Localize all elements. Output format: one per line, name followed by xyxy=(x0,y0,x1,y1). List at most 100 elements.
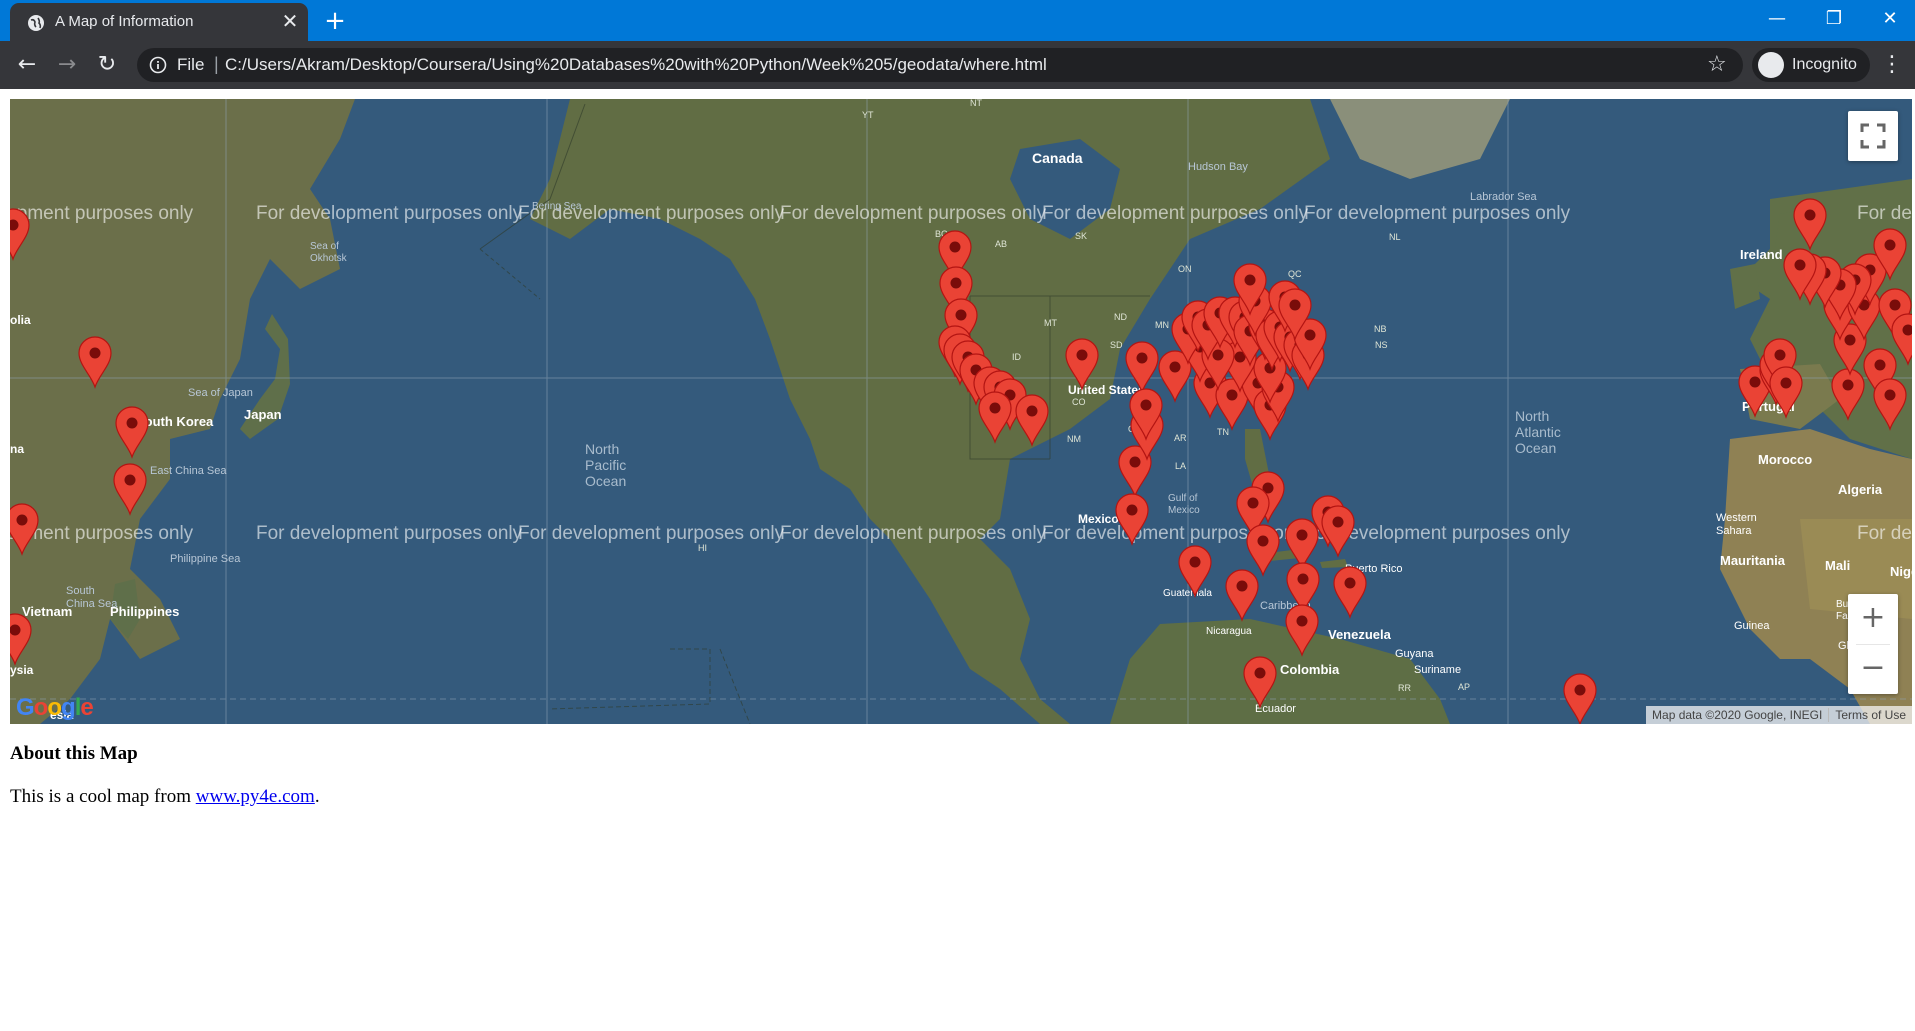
bookmark-star-icon[interactable]: ☆ xyxy=(1707,52,1727,77)
fullscreen-icon xyxy=(1860,123,1886,149)
map-label-philippine-sea: Philippine Sea xyxy=(170,553,241,565)
watermark-text: For de xyxy=(1857,203,1912,224)
watermark-text: For development purposes only xyxy=(256,523,523,544)
map-label-malaysia: ysia xyxy=(10,663,34,677)
browser-toolbar: ← → ↻ File | C:/Users/Akram/Desktop/Cour… xyxy=(0,41,1915,89)
map-label-mali: Mali xyxy=(1825,558,1850,573)
url-text[interactable]: C:/Users/Akram/Desktop/Coursera/Using%20… xyxy=(225,55,1047,75)
zoom-out-button[interactable]: − xyxy=(1848,644,1898,694)
map-label-north-pacific: North Pacific Ocean xyxy=(585,441,626,489)
map-label-mexico: Mexico xyxy=(1078,512,1119,526)
map-label-nm: NM xyxy=(1067,434,1081,444)
map-label-sk: SK xyxy=(1075,231,1087,241)
map-label-on: ON xyxy=(1178,264,1192,274)
address-bar[interactable]: File | C:/Users/Akram/Desktop/Coursera/U… xyxy=(137,48,1743,82)
zoom-in-button[interactable]: + xyxy=(1848,594,1898,644)
map-label-guyana: Guyana xyxy=(1395,648,1434,660)
back-icon[interactable]: ← xyxy=(13,51,41,79)
map-label-sea-of-okhotsk: Sea of Okhotsk xyxy=(310,241,348,264)
map-label-bering-sea: Bering Sea xyxy=(532,201,582,212)
terms-link[interactable]: Terms of Use xyxy=(1828,708,1912,722)
watermark-text: For development purposes only xyxy=(1042,203,1309,224)
watermark-text: For development purposes only xyxy=(256,203,523,224)
map-label-venezuela: Venezuela xyxy=(1328,627,1392,642)
watermark-text: For development purposes only xyxy=(780,203,1047,224)
map-label-mt: MT xyxy=(1044,318,1057,328)
watermark-text: For development purposes only xyxy=(780,523,1047,544)
map-label-guinea: Guinea xyxy=(1734,620,1770,632)
minimize-icon[interactable]: — xyxy=(1747,0,1807,38)
map-label-morocco: Morocco xyxy=(1758,452,1812,467)
map-label-vietnam: Vietnam xyxy=(22,604,72,619)
about-text-suffix: . xyxy=(314,786,320,807)
map-label-mn: MN xyxy=(1155,320,1169,330)
map-label-mongolia: olia xyxy=(10,313,31,327)
fullscreen-button[interactable] xyxy=(1848,111,1898,161)
watermark-text: lopment purposes only xyxy=(10,203,194,224)
reload-icon[interactable]: ↻ xyxy=(93,51,121,79)
new-tab-icon[interactable]: + xyxy=(322,8,348,34)
incognito-profile-button[interactable]: Incognito xyxy=(1752,48,1870,82)
globe-icon xyxy=(28,15,44,31)
location-marker[interactable] xyxy=(1225,569,1259,622)
map-label-china: na xyxy=(10,442,24,456)
map-attribution: Map data ©2020 Google, INEGI Terms of Use xyxy=(1646,706,1912,724)
map-label-gulf-of-mexico: Gulf of Mexico xyxy=(1168,493,1200,516)
map-label-suriname: Suriname xyxy=(1414,664,1461,676)
py4e-link[interactable]: www.py4e.com xyxy=(196,786,315,807)
map-canvas[interactable]: lopment purposes only For development pur… xyxy=(10,99,1912,724)
map-label-hudson-bay: Hudson Bay xyxy=(1188,161,1248,173)
location-marker[interactable] xyxy=(1246,524,1280,577)
restore-icon[interactable]: ❐ xyxy=(1804,0,1864,38)
map-label-co: CO xyxy=(1072,397,1086,407)
map-label-western-sahara: Western Sahara xyxy=(1716,512,1757,537)
map-label-ab: AB xyxy=(995,239,1007,249)
map-label-sea-of-japan: Sea of Japan xyxy=(188,387,253,399)
map-label-yt: YT xyxy=(862,110,874,120)
location-marker[interactable] xyxy=(1563,673,1597,724)
info-icon[interactable] xyxy=(149,56,167,74)
map-label-nt: NT xyxy=(970,99,982,108)
map-label-philippines: Philippines xyxy=(110,604,179,619)
map-label-id: ID xyxy=(1012,352,1022,362)
map-label-east-china-sea: East China Sea xyxy=(150,465,227,477)
about-heading: About this Map xyxy=(10,743,138,764)
incognito-icon xyxy=(1758,52,1784,78)
watermark-text: For development purposes only xyxy=(518,523,785,544)
location-marker[interactable] xyxy=(1285,518,1319,571)
map-label-japan: Japan xyxy=(244,407,282,422)
location-marker[interactable] xyxy=(1321,505,1355,558)
map-label-ns: NS xyxy=(1375,340,1388,350)
map-label-la: LA xyxy=(1175,461,1186,471)
tab-strip: A Map of Information ✕ + — ❐ ✕ xyxy=(0,0,1915,41)
browser-menu-icon[interactable]: ⋮ xyxy=(1880,50,1904,80)
about-text-prefix: This is a cool map from xyxy=(10,786,196,807)
map-label-rr: RR xyxy=(1398,683,1411,693)
zoom-control: + − xyxy=(1848,594,1898,694)
map-label-niger: Niger xyxy=(1890,564,1912,579)
map-label-qc: QC xyxy=(1288,269,1302,279)
map-label-ar: AR xyxy=(1174,433,1187,443)
map-label-nb: NB xyxy=(1374,324,1387,334)
map-label-hi: HI xyxy=(698,543,707,553)
map-label-ap: AP xyxy=(1458,682,1470,692)
watermark-text: For de xyxy=(1857,523,1912,544)
incognito-label: Incognito xyxy=(1792,56,1857,73)
map-label-colombia: Colombia xyxy=(1280,662,1340,677)
map-label-nicaragua: Nicaragua xyxy=(1206,626,1252,637)
map-label-nl: NL xyxy=(1389,232,1401,242)
map-label-mauritania: Mauritania xyxy=(1720,553,1786,568)
map-label-canada: Canada xyxy=(1032,150,1083,166)
tab-close-icon[interactable]: ✕ xyxy=(280,11,300,31)
google-map[interactable]: lopment purposes only For development pur… xyxy=(10,99,1912,724)
map-label-labrador-sea: Labrador Sea xyxy=(1470,191,1538,203)
window-close-icon[interactable]: ✕ xyxy=(1860,0,1915,38)
browser-tab[interactable]: A Map of Information ✕ xyxy=(10,3,308,41)
map-label-tn: TN xyxy=(1217,427,1229,437)
map-label-guatemala: Guatemala xyxy=(1163,588,1212,599)
location-marker[interactable] xyxy=(1333,566,1367,619)
watermark-text: For development purposes only xyxy=(1304,203,1571,224)
google-logo[interactable]: Google xyxy=(16,694,94,722)
forward-icon[interactable]: → xyxy=(53,51,81,79)
about-paragraph: This is a cool map from www.py4e.com. xyxy=(10,786,320,808)
